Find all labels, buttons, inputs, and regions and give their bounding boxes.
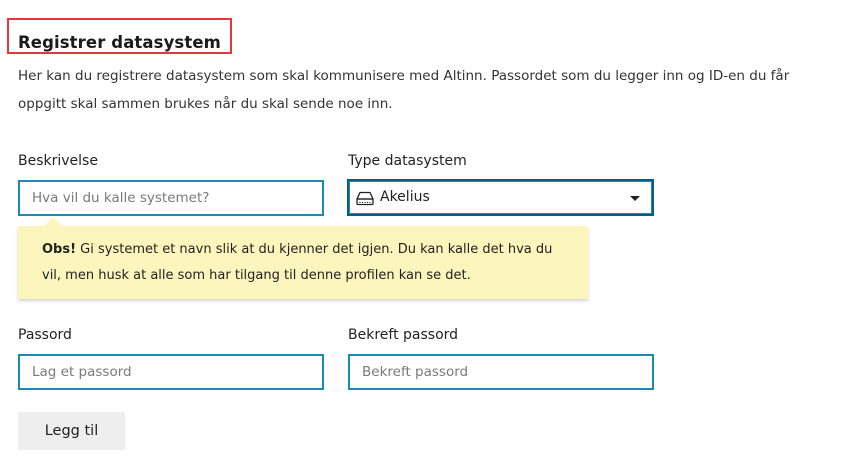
system-type-select[interactable]: Akelius [347,179,654,216]
description-input[interactable] [18,180,324,216]
note-strong: Obs! [42,242,77,257]
hard-drive-icon [356,191,374,206]
chevron-down-icon [630,196,640,201]
confirm-password-label: Bekreft passord [348,327,459,343]
password-label: Passord [18,327,72,343]
description-label: Beskrivelse [18,153,98,169]
page-title: Registrer datasystem [18,33,221,52]
note-text: Gi systemet et navn slik at du kjenner d… [42,242,553,283]
system-type-value: Akelius [380,189,430,205]
password-input[interactable] [18,354,324,390]
intro-text: Her kan du registrere datasystem som ska… [18,68,790,112]
add-button[interactable]: Legg til [18,412,125,450]
system-type-label: Type datasystem [348,153,467,169]
info-note: Obs! Gi systemet et navn slik at du kjen… [18,217,588,299]
confirm-password-input[interactable] [348,354,654,390]
note-pointer [44,217,62,226]
